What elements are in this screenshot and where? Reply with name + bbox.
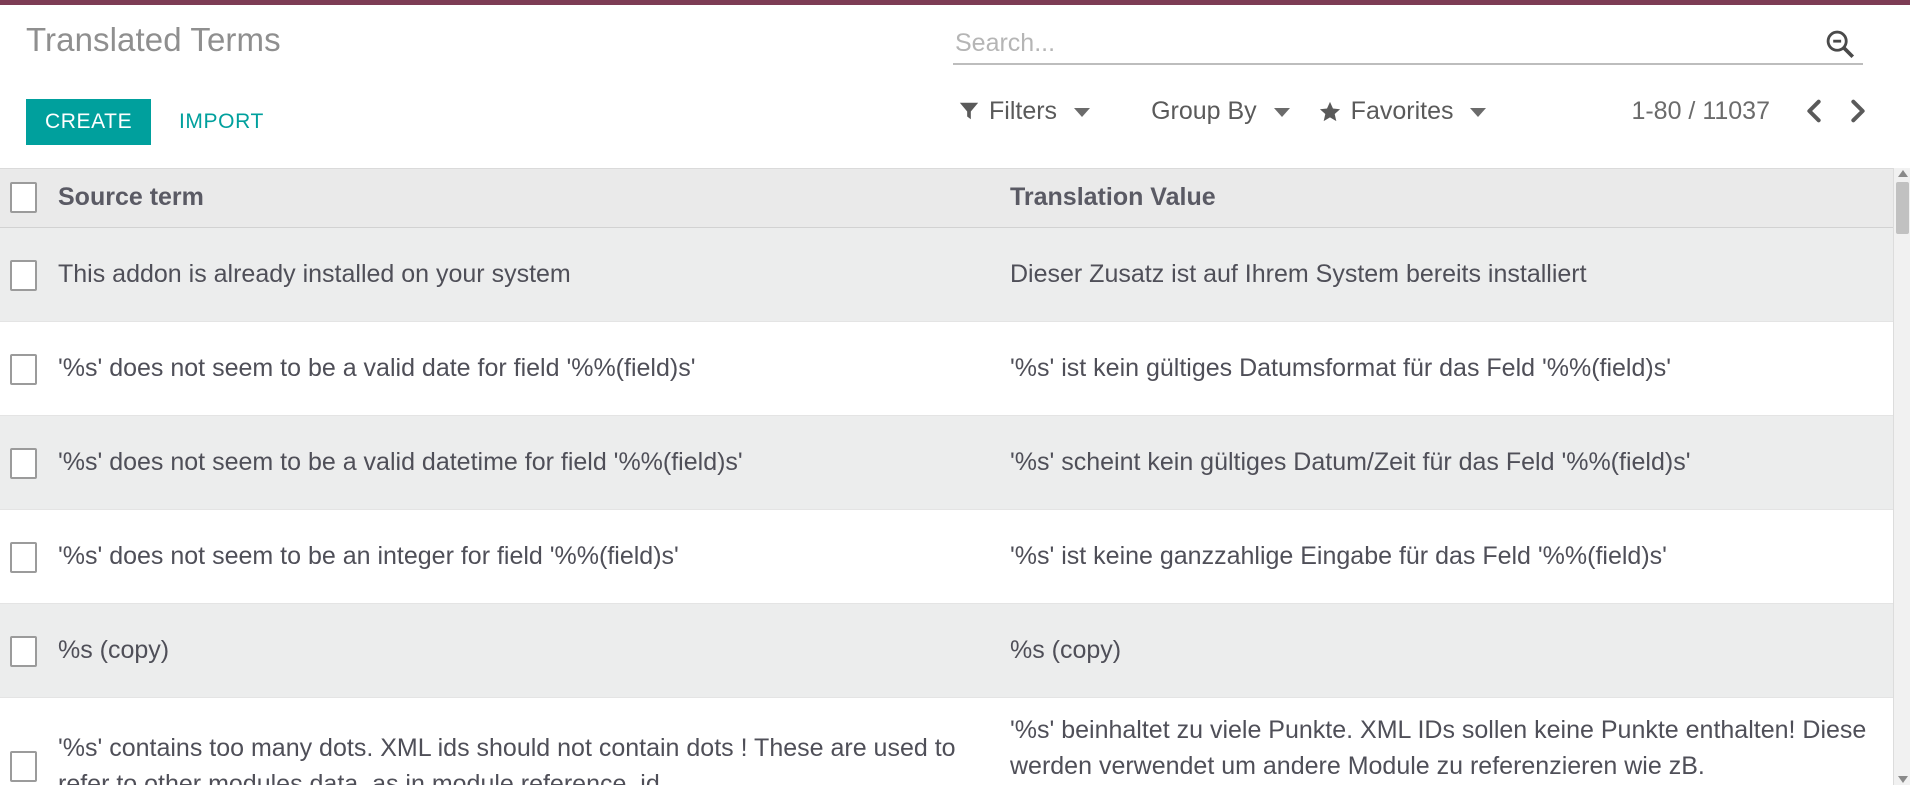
row-select-cell bbox=[0, 227, 48, 322]
cell-translation-value[interactable]: %s (copy) bbox=[1000, 603, 1893, 698]
column-header-translation-value[interactable]: Translation Value bbox=[1000, 169, 1893, 228]
chevron-down-icon bbox=[1273, 108, 1290, 117]
scroll-down-icon[interactable] bbox=[1898, 776, 1908, 783]
cell-source-term[interactable]: This addon is already installed on your … bbox=[48, 227, 1000, 322]
cell-source-term[interactable]: '%s' contains too many dots. XML ids sho… bbox=[48, 697, 1000, 785]
list-view: Source term Translation Value This addon… bbox=[0, 168, 1910, 785]
scroll-up-icon[interactable] bbox=[1898, 170, 1908, 177]
chevron-right-icon[interactable] bbox=[1836, 91, 1880, 131]
favorites-menu[interactable]: Favorites bbox=[1318, 91, 1501, 131]
search-minus-icon[interactable] bbox=[1823, 27, 1857, 61]
row-checkbox[interactable] bbox=[10, 635, 37, 667]
import-button[interactable]: IMPORT bbox=[165, 99, 278, 145]
select-all-cell bbox=[0, 169, 48, 228]
row-select-cell bbox=[0, 603, 48, 698]
scrollbar-thumb[interactable] bbox=[1896, 182, 1909, 234]
cell-translation-value[interactable]: '%s' ist keine ganzzahlige Eingabe für d… bbox=[1000, 509, 1893, 604]
row-checkbox[interactable] bbox=[10, 541, 37, 573]
create-button[interactable]: CREATE bbox=[26, 99, 152, 145]
groupby-menu-label: Group By bbox=[1151, 97, 1257, 125]
row-checkbox[interactable] bbox=[10, 751, 37, 783]
hamburger-icon bbox=[1118, 102, 1142, 121]
control-panel: Translated Terms CREATE IMPORT bbox=[0, 5, 1910, 168]
table-header: Source term Translation Value bbox=[0, 169, 1893, 228]
table-row[interactable]: '%s' does not seem to be an integer for … bbox=[0, 509, 1893, 604]
cell-source-term[interactable]: '%s' does not seem to be an integer for … bbox=[48, 509, 1000, 604]
row-select-cell bbox=[0, 509, 48, 604]
table-row[interactable]: This addon is already installed on your … bbox=[0, 227, 1893, 322]
row-select-cell bbox=[0, 697, 48, 785]
pager: 1-80 / 11037 bbox=[1631, 91, 1880, 131]
chevron-down-icon bbox=[1074, 108, 1091, 117]
vertical-scrollbar[interactable] bbox=[1893, 168, 1910, 785]
cell-translation-value[interactable]: '%s' scheint kein gültiges Datum/Zeit fü… bbox=[1000, 415, 1893, 510]
groupby-menu[interactable]: Group By bbox=[1118, 91, 1304, 131]
cell-source-term[interactable]: '%s' does not seem to be a valid datetim… bbox=[48, 415, 1000, 510]
table-body: This addon is already installed on your … bbox=[0, 227, 1893, 785]
row-checkbox[interactable] bbox=[10, 353, 37, 385]
filter-icon bbox=[958, 100, 980, 122]
records-table: Source term Translation Value This addon… bbox=[0, 169, 1893, 785]
row-checkbox[interactable] bbox=[10, 259, 37, 291]
table-header-row: Source term Translation Value bbox=[0, 169, 1893, 228]
search-input[interactable] bbox=[953, 25, 1793, 61]
table-row[interactable]: '%s' does not seem to be a valid date fo… bbox=[0, 321, 1893, 416]
cell-source-term[interactable]: %s (copy) bbox=[48, 603, 1000, 698]
row-checkbox[interactable] bbox=[10, 447, 37, 479]
app-root: Translated Terms CREATE IMPORT bbox=[0, 0, 1910, 785]
row-select-cell bbox=[0, 415, 48, 510]
cell-translation-value[interactable]: Dieser Zusatz ist auf Ihrem System berei… bbox=[1000, 227, 1893, 322]
favorites-menu-label: Favorites bbox=[1350, 97, 1454, 125]
table-row[interactable]: '%s' contains too many dots. XML ids sho… bbox=[0, 697, 1893, 785]
search-menus: Filters Group By Favorites bbox=[958, 91, 1514, 131]
chevron-left-icon[interactable] bbox=[1792, 91, 1836, 131]
column-header-source-term[interactable]: Source term bbox=[48, 169, 1000, 228]
cell-translation-value[interactable]: '%s' ist kein gültiges Datumsformat für … bbox=[1000, 321, 1893, 416]
star-icon bbox=[1318, 100, 1342, 123]
cell-source-term[interactable]: '%s' does not seem to be a valid date fo… bbox=[48, 321, 1000, 416]
filters-menu[interactable]: Filters bbox=[958, 91, 1104, 131]
select-all-checkbox[interactable] bbox=[10, 182, 37, 214]
breadcrumb[interactable]: Translated Terms bbox=[26, 21, 281, 59]
table-row[interactable]: %s (copy) %s (copy) bbox=[0, 603, 1893, 698]
search-view bbox=[953, 25, 1863, 65]
filters-menu-label: Filters bbox=[989, 97, 1058, 125]
page-title: Translated Terms bbox=[26, 21, 281, 58]
table-row[interactable]: '%s' does not seem to be a valid datetim… bbox=[0, 415, 1893, 510]
chevron-down-icon bbox=[1470, 108, 1487, 117]
row-select-cell bbox=[0, 321, 48, 416]
cell-translation-value[interactable]: '%s' beinhaltet zu viele Punkte. XML IDs… bbox=[1000, 697, 1893, 785]
pager-counter[interactable]: 1-80 / 11037 bbox=[1631, 91, 1770, 131]
